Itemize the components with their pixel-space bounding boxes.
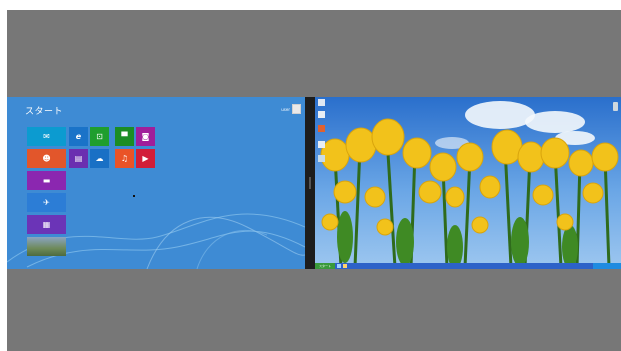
quick-launch-icon[interactable] — [343, 264, 347, 268]
photos-tile[interactable]: ▦ — [27, 215, 66, 234]
maps-tile[interactable]: ✈ — [27, 193, 66, 212]
documents-icon[interactable] — [318, 111, 325, 118]
start-title: スタート — [25, 107, 64, 117]
quick-launch-icon[interactable] — [337, 264, 341, 268]
desktop-tile[interactable] — [27, 237, 66, 256]
user-name: user — [281, 106, 290, 112]
people-icon: ☻ — [42, 153, 51, 163]
start-screen[interactable]: スタート user ✉ e ⊡ ☻ ▤ ☁ ▬ ✈ ▦ ▀ ◙ ♫ ▶ — [7, 97, 305, 269]
video-tile[interactable]: ▶ — [136, 149, 155, 168]
people-tile[interactable]: ☻ — [27, 149, 66, 168]
screen-frame: スタート user ✉ e ⊡ ☻ ▤ ☁ ▬ ✈ ▦ ▀ ◙ ♫ ▶ スタート — [7, 10, 621, 351]
avatar — [292, 104, 301, 114]
mouse-cursor — [133, 195, 135, 197]
photos-icon: ▦ — [42, 219, 51, 229]
camera-icon: ◙ — [141, 131, 150, 141]
mail-tile[interactable]: ✉ — [27, 127, 66, 146]
controller-icon: ▀ — [121, 131, 128, 141]
messaging-tile[interactable]: ▬ — [27, 171, 66, 190]
tulips-wallpaper-art — [320, 118, 619, 267]
recycle-bin-icon[interactable] — [613, 102, 618, 111]
store-icon: ⊡ — [96, 131, 103, 141]
chat-icon: ▬ — [42, 175, 51, 185]
snap-divider[interactable] — [305, 97, 315, 269]
news-tile[interactable]: ▤ — [69, 149, 88, 168]
desktop[interactable]: スタート — [315, 97, 621, 269]
start-button[interactable]: スタート — [315, 263, 335, 269]
divider-grip-icon[interactable] — [309, 177, 311, 189]
camera-tile[interactable]: ◙ — [136, 127, 155, 146]
folder-icon[interactable] — [318, 125, 325, 132]
xbox-games-tile[interactable]: ▀ — [115, 127, 134, 146]
mail-icon: ✉ — [43, 131, 50, 141]
headphones-icon: ♫ — [120, 153, 129, 163]
store-tile[interactable]: ⊡ — [90, 127, 109, 146]
system-tray[interactable] — [593, 263, 621, 269]
taskbar: スタート — [315, 263, 621, 269]
computer-icon[interactable] — [318, 99, 325, 106]
video-icon: ▶ — [142, 153, 149, 163]
ie-tile[interactable]: e — [69, 127, 88, 146]
network-icon[interactable] — [318, 141, 325, 148]
shortcut-icon[interactable] — [318, 155, 325, 162]
cloud-icon: ☁ — [95, 153, 104, 163]
start-button-label: スタート — [318, 264, 331, 268]
music-tile[interactable]: ♫ — [115, 149, 134, 168]
news-icon: ▤ — [74, 153, 83, 163]
skydrive-tile[interactable]: ☁ — [90, 149, 109, 168]
internet-explorer-icon: e — [75, 131, 82, 141]
plane-icon: ✈ — [43, 197, 50, 207]
user-account[interactable]: user — [281, 104, 301, 114]
